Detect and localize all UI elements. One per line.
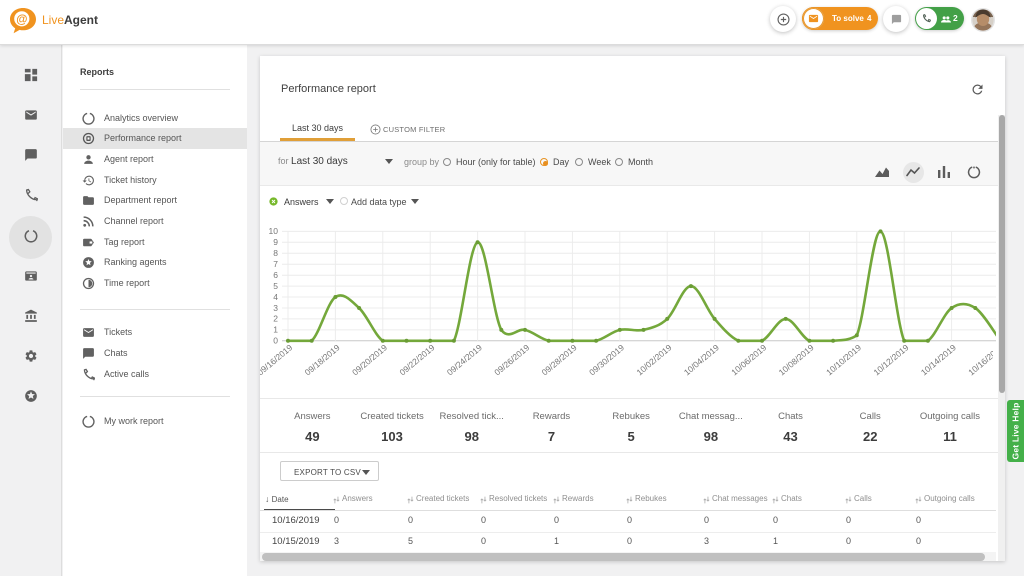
svg-text:6: 6 <box>273 270 278 280</box>
svg-text:10/12/2019: 10/12/2019 <box>871 343 910 377</box>
svg-text:10/14/2019: 10/14/2019 <box>919 343 958 377</box>
svg-text:10/02/2019: 10/02/2019 <box>634 343 673 377</box>
svg-text:09/18/2019: 09/18/2019 <box>303 343 342 377</box>
svg-text:4: 4 <box>273 292 278 302</box>
svg-text:8: 8 <box>273 248 278 258</box>
svg-text:9: 9 <box>273 237 278 247</box>
svg-text:09/26/2019: 09/26/2019 <box>492 343 531 377</box>
svg-text:10/16/2019: 10/16/2019 <box>966 343 993 377</box>
svg-text:09/28/2019: 09/28/2019 <box>540 343 579 377</box>
svg-text:1: 1 <box>273 325 278 335</box>
svg-text:10/06/2019: 10/06/2019 <box>729 343 768 377</box>
svg-text:3: 3 <box>273 303 278 313</box>
svg-text:10/08/2019: 10/08/2019 <box>777 343 816 377</box>
svg-text:09/24/2019: 09/24/2019 <box>445 343 484 377</box>
svg-text:10/04/2019: 10/04/2019 <box>682 343 721 377</box>
svg-text:09/20/2019: 09/20/2019 <box>350 343 389 377</box>
svg-text:5: 5 <box>273 281 278 291</box>
svg-text:2: 2 <box>273 314 278 324</box>
svg-text:09/16/2019: 09/16/2019 <box>260 343 294 377</box>
svg-text:09/22/2019: 09/22/2019 <box>397 343 436 377</box>
svg-text:09/30/2019: 09/30/2019 <box>587 343 626 377</box>
svg-text:@: @ <box>16 14 27 26</box>
svg-text:10/10/2019: 10/10/2019 <box>824 343 863 377</box>
svg-text:7: 7 <box>273 259 278 269</box>
svg-text:10: 10 <box>269 226 279 236</box>
